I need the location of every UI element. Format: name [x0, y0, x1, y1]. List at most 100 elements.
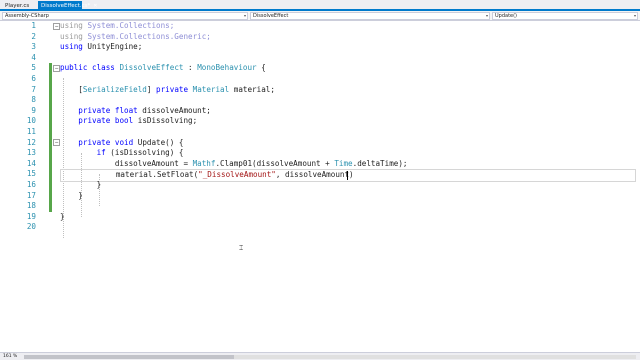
code-token: private — [156, 84, 189, 94]
code-token: } — [60, 211, 65, 221]
zoom-level[interactable]: 161 % — [3, 354, 17, 359]
code-line[interactable]: 11 — [0, 127, 640, 138]
project-dropdown-value: Assembly-CSharp — [5, 13, 49, 19]
line-number: 14 — [26, 158, 36, 168]
code-text: [SerializeField] private Material materi… — [60, 85, 275, 96]
code-token: ] — [146, 84, 157, 94]
collapse-icon[interactable]: − — [53, 65, 60, 73]
code-line[interactable]: 20 — [0, 222, 640, 233]
code-line[interactable]: 6 — [0, 74, 640, 85]
code-line[interactable]: 3 using UnityEngine; — [0, 42, 640, 53]
code-token: System.Collections.Generic; — [87, 31, 211, 41]
horizontal-scrollbar[interactable] — [24, 355, 636, 359]
code-token: using — [60, 31, 83, 41]
bottom-bar: 161 % — [0, 352, 640, 360]
close-icon[interactable]: ✕ — [93, 3, 97, 9]
change-indicator — [49, 105, 52, 117]
code-line[interactable]: 19} — [0, 212, 640, 223]
change-indicator — [49, 127, 52, 138]
code-token: , dissolveAmount) — [275, 170, 354, 180]
change-indicator — [49, 201, 52, 212]
code-token: using — [60, 42, 83, 52]
line-number: 20 — [26, 222, 36, 232]
line-number: 4 — [31, 52, 36, 62]
code-token: [ — [60, 84, 83, 94]
code-line[interactable]: 7 [SerializeField] private Material mate… — [0, 84, 640, 96]
code-text: using System.Collections.Generic; — [60, 32, 211, 43]
document-tab-strip: Player.cs DissolveEffect.cs* ✕ — [0, 0, 640, 11]
collapse-icon[interactable]: − — [53, 139, 60, 147]
code-line[interactable]: 12 − private void Update() { — [0, 137, 640, 149]
code-line[interactable]: 9 private float dissolveAmount; — [0, 105, 640, 117]
code-token: using — [60, 21, 83, 30]
code-text: public class DissolveEffect : MonoBehavi… — [60, 63, 266, 74]
code-line[interactable]: 5 − public class DissolveEffect : MonoBeha… — [0, 63, 640, 74]
code-token: (isDissolving) { — [105, 148, 184, 158]
code-token: Time — [334, 158, 353, 168]
code-text: private float dissolveAmount; — [60, 106, 211, 117]
code-token: material.SetFloat( — [61, 170, 199, 180]
line-number: 16 — [26, 180, 36, 189]
class-dropdown-value: DissolveEffect — [253, 13, 289, 19]
code-token: SerializeField — [82, 84, 147, 94]
code-token: dissolveAmount = — [60, 158, 193, 168]
collapse-icon[interactable]: − — [53, 22, 60, 30]
code-token: .Clamp01(dissolveAmount + — [215, 158, 335, 168]
code-line[interactable]: 17 } — [0, 190, 640, 202]
change-indicator — [49, 95, 52, 106]
code-line[interactable]: 1 − using System.Collections; — [0, 21, 640, 32]
code-token: MonoBehaviour — [197, 63, 257, 73]
change-indicator — [49, 116, 52, 127]
change-indicator — [49, 74, 52, 85]
code-text: dissolveAmount = Mathf.Clamp01(dissolveA… — [60, 159, 408, 170]
code-token: public class — [60, 63, 115, 73]
tab-player-cs[interactable]: Player.cs — [2, 1, 32, 11]
code-token: private void — [78, 137, 134, 147]
change-indicator — [49, 158, 52, 170]
line-number: 15 — [26, 169, 36, 179]
member-dropdown[interactable]: Update() ▾ — [492, 12, 638, 20]
code-token: : — [183, 63, 198, 73]
code-line[interactable]: 8 — [0, 95, 640, 106]
member-dropdown-value: Update() — [495, 13, 518, 19]
code-token: UnityEngine; — [82, 42, 143, 52]
line-number: 18 — [26, 201, 36, 211]
project-dropdown[interactable]: Assembly-CSharp ▾ — [2, 12, 248, 20]
line-number: 12 — [26, 137, 36, 147]
line-number: 5 — [31, 63, 36, 73]
change-indicator — [49, 190, 52, 202]
code-token: isDissolving; — [133, 116, 198, 126]
navigation-bar: Assembly-CSharp ▾ DissolveEffect ▾ Update(… — [0, 11, 640, 21]
code-line[interactable]: 4 — [0, 53, 640, 64]
line-number: 13 — [26, 148, 36, 158]
code-token: private bool — [78, 116, 134, 126]
tab-dissolveeffect-cs[interactable]: DissolveEffect.cs* ✕ — [38, 1, 97, 11]
code-line[interactable]: 13 if (isDissolving) { — [0, 148, 640, 159]
line-number: 10 — [26, 116, 36, 126]
chevron-down-icon: ▾ — [633, 13, 636, 18]
code-line[interactable]: 18 — [0, 201, 640, 212]
change-indicator — [49, 180, 52, 191]
code-token: } — [60, 180, 102, 189]
code-line[interactable]: 14 dissolveAmount = Mathf.Clamp01(dissol… — [0, 158, 640, 170]
code-token: Mathf — [192, 158, 216, 168]
code-text: } — [60, 180, 102, 191]
code-line[interactable]: 16 } — [0, 180, 640, 191]
code-line[interactable]: 10 private bool isDissolving; — [0, 116, 640, 127]
code-token: Update() { — [133, 137, 184, 147]
code-token: Material — [192, 84, 230, 94]
code-token: dissolveAmount; — [137, 105, 211, 115]
code-text: private void Update() { — [60, 138, 183, 149]
scrollbar-thumb[interactable] — [24, 355, 234, 359]
code-token: if — [96, 148, 106, 158]
code-line[interactable]: 15 material.SetFloat("_DissolveAmount", … — [0, 169, 640, 182]
code-token: DissolveEffect — [119, 63, 184, 73]
line-number: 3 — [31, 42, 36, 52]
code-line[interactable]: 2 using System.Collections.Generic; — [0, 32, 640, 43]
code-editor[interactable]: 1− using System.Collections; 2 using System… — [0, 21, 640, 352]
chevron-down-icon: ▾ — [485, 13, 488, 18]
class-dropdown[interactable]: DissolveEffect ▾ — [250, 12, 490, 20]
